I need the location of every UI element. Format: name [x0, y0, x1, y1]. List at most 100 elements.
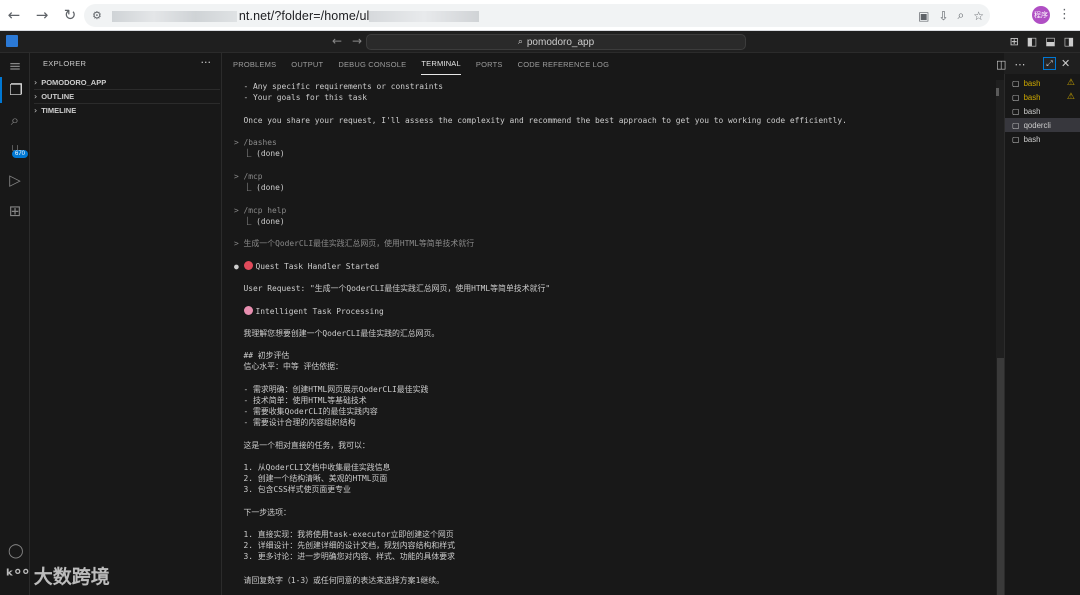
redacted-url-segment — [111, 10, 237, 22]
terminal-line: 3. 更多讨论：进一步明确您对内容、样式、功能的具体要求 — [234, 552, 456, 561]
terminal-line: ⎿ (done) — [234, 149, 285, 158]
terminal-line: > 生成一个QoderCLI最佳实践汇总网页，使用HTML等简单技术就行 — [234, 239, 475, 248]
warning-icon: ⚠ — [1066, 78, 1075, 88]
command-center[interactable]: ⌕ pomodoro_app — [366, 34, 746, 50]
explorer-sidebar: EXPLORER ··· › POMODORO_APP › OUTLINE › TIM… — [30, 53, 222, 595]
titlebar: ←→ ⌕ pomodoro_app ⊞ ◧ ⬓ ◨ — [0, 31, 1080, 53]
menu-icon[interactable]: ≡ — [0, 53, 30, 79]
redacted-url-segment — [369, 10, 480, 22]
bookmark-star-icon[interactable]: ☆ — [973, 9, 984, 23]
scroll-marker — [996, 88, 999, 96]
run-debug-icon[interactable]: ▷ — [0, 167, 30, 193]
forward-button[interactable]: → — [28, 1, 56, 29]
terminal-line: - Any specific requirements or constrain… — [234, 82, 444, 91]
terminal-line: 信心水平：中等 评估依据： — [234, 362, 343, 371]
terminal-line: 请回复数字（1-3）或任何同意的表达来选择方案1继续。 — [234, 576, 445, 585]
terminal-line: ## 初步评估 — [234, 351, 290, 360]
explorer-icon[interactable]: ❐ — [0, 77, 30, 103]
maximize-panel-icon[interactable]: ⤢ — [1043, 57, 1056, 70]
terminal-line: 下一步选项： — [234, 508, 291, 517]
zoom-icon[interactable]: ⌕ — [958, 8, 965, 23]
profile-avatar[interactable]: 程序 — [1032, 6, 1050, 24]
terminal-list-item[interactable]: ▢ qodercli — [1005, 118, 1080, 132]
terminal-line: - Your goals for this task — [234, 93, 368, 102]
app-logo-icon[interactable] — [6, 35, 18, 47]
terminal-line: 3. 包含CSS样式使页面更专业 — [234, 485, 351, 494]
terminal-list-label: qodercli — [1023, 120, 1051, 130]
terminal-line: - 技术简单：使用HTML等基础技术 — [234, 396, 367, 405]
scrollbar-thumb[interactable] — [997, 358, 1004, 595]
panel-actions: ◫ ⋯ — [996, 58, 1025, 71]
tab-output[interactable]: OUTPUT — [291, 53, 323, 75]
tab-code-reference-log[interactable]: CODE REFERENCE LOG — [518, 53, 610, 75]
terminal-line: Once you share your request, I'll assess… — [234, 116, 847, 125]
address-bar[interactable]: ⚙ nt.net/?folder=/home/ul ▣ ⇩ ⌕ ☆ — [84, 4, 990, 27]
terminal-line: 1. 从QoderCLI文档中收集最佳实践信息 — [234, 463, 391, 472]
terminal-list-item[interactable]: ▢ bash — [1005, 104, 1080, 118]
target-icon — [243, 261, 253, 270]
terminal-line: 这是一个相对直接的任务，我可以： — [234, 441, 370, 450]
warning-icon: ⚠ — [1066, 92, 1075, 102]
site-info-icon[interactable]: ⚙ — [92, 9, 102, 22]
terminal-list-label: bash — [1023, 78, 1041, 88]
chevron-right-icon: › — [34, 92, 38, 101]
activity-bar: ≡ ❐ ⌕ ⑂ 670 ▷ ⊞ — [0, 53, 30, 595]
panel: PROBLEMS OUTPUT DEBUG CONSOLE TERMINAL P… — [222, 53, 1004, 595]
section-pomodoro-app[interactable]: › POMODORO_APP — [34, 75, 220, 89]
terminal-output[interactable]: - Any specific requirements or constrain… — [222, 81, 997, 595]
account-icon[interactable]: ◯ — [8, 543, 24, 559]
search-icon: ⌕ — [517, 37, 523, 47]
terminal-line: 1. 直接实现：我将使用task-executor立即创建这个网页 — [234, 530, 454, 539]
toggle-secondary-sidebar-icon[interactable]: ◨ — [1064, 35, 1074, 48]
terminal-line: Intelligent Task Processing — [234, 306, 384, 317]
clipboard-icon[interactable]: ▣ — [918, 9, 929, 23]
terminal-icon: ▢ — [1012, 134, 1020, 144]
brain-icon — [243, 306, 253, 315]
terminal-line: > /bashes — [234, 138, 277, 147]
explorer-more-icon[interactable]: ··· — [201, 56, 212, 69]
terminal-icon: ▢ — [1012, 120, 1020, 130]
terminal-more-icon[interactable]: ⋯ — [1014, 58, 1025, 71]
reload-button[interactable]: ↻ — [56, 1, 84, 29]
terminal-icon: ▢ — [1012, 92, 1020, 102]
tab-problems[interactable]: PROBLEMS — [233, 53, 276, 75]
terminal-line: ⎿ (done) — [234, 183, 285, 192]
terminal-line: - 需求明确：创建HTML网页展示QoderCLI最佳实践 — [234, 385, 429, 394]
terminal-line: > /mcp — [234, 172, 263, 181]
terminal-icon: ▢ — [1012, 78, 1020, 88]
url-text: nt.net/?folder=/home/ul — [111, 9, 480, 23]
search-icon[interactable]: ⌕ — [0, 107, 30, 133]
terminal-line: ⎿ (done) — [234, 217, 285, 226]
customize-layout-icon[interactable]: ⊞ — [1010, 35, 1019, 48]
chevron-right-icon: › — [34, 106, 38, 115]
terminal-list-item[interactable]: ▢ bash ⚠ — [1005, 76, 1080, 90]
watermark-text: 大数跨境 — [33, 567, 110, 588]
terminal-line: User Request: "生成一个QoderCLI最佳实践汇总网页，使用HT… — [234, 284, 551, 293]
browser-menu-icon[interactable]: ⋮ — [1058, 7, 1071, 22]
browser-toolbar: ← → ↻ ⚙ nt.net/?folder=/home/ul ▣ ⇩ ⌕ ☆ … — [0, 0, 1080, 31]
toggle-panel-icon[interactable]: ⬓ — [1045, 35, 1055, 48]
terminal-list-label: bash — [1023, 106, 1041, 116]
section-timeline[interactable]: › TIMELINE — [34, 103, 220, 117]
terminal-list-label: bash — [1023, 134, 1041, 144]
section-outline[interactable]: › OUTLINE — [34, 89, 220, 103]
split-terminal-icon[interactable]: ◫ — [996, 58, 1006, 71]
terminal-list-item[interactable]: ▢ bash — [1005, 132, 1080, 146]
terminal-line: 2. 创建一个结构清晰、美观的HTML页面 — [234, 474, 388, 483]
terminal-line: - 需要收集QoderCLI的最佳实践内容 — [234, 407, 378, 416]
toggle-sidebar-icon[interactable]: ◧ — [1027, 35, 1037, 48]
terminal-line: 2. 详细设计：先创建详细的设计文档，规划内容结构和样式 — [234, 541, 456, 550]
tab-terminal[interactable]: TERMINAL — [421, 53, 461, 75]
install-app-icon[interactable]: ⇩ — [938, 9, 948, 23]
terminal-list-item[interactable]: ▢ bash ⚠ — [1005, 90, 1080, 104]
terminal-list-label: bash — [1023, 92, 1041, 102]
extensions-icon[interactable]: ⊞ — [0, 198, 30, 224]
terminal-line: 我理解您想要创建一个QoderCLI最佳实践的汇总网页。 — [234, 329, 440, 338]
command-center-label: pomodoro_app — [526, 36, 595, 48]
back-button[interactable]: ← — [0, 1, 28, 29]
chevron-right-icon: › — [34, 77, 38, 87]
tab-ports[interactable]: PORTS — [476, 53, 503, 75]
close-panel-icon[interactable]: ✕ — [1061, 57, 1070, 70]
tab-debug-console[interactable]: DEBUG CONSOLE — [338, 53, 406, 75]
panel-tabs: PROBLEMS OUTPUT DEBUG CONSOLE TERMINAL P… — [222, 53, 1004, 75]
